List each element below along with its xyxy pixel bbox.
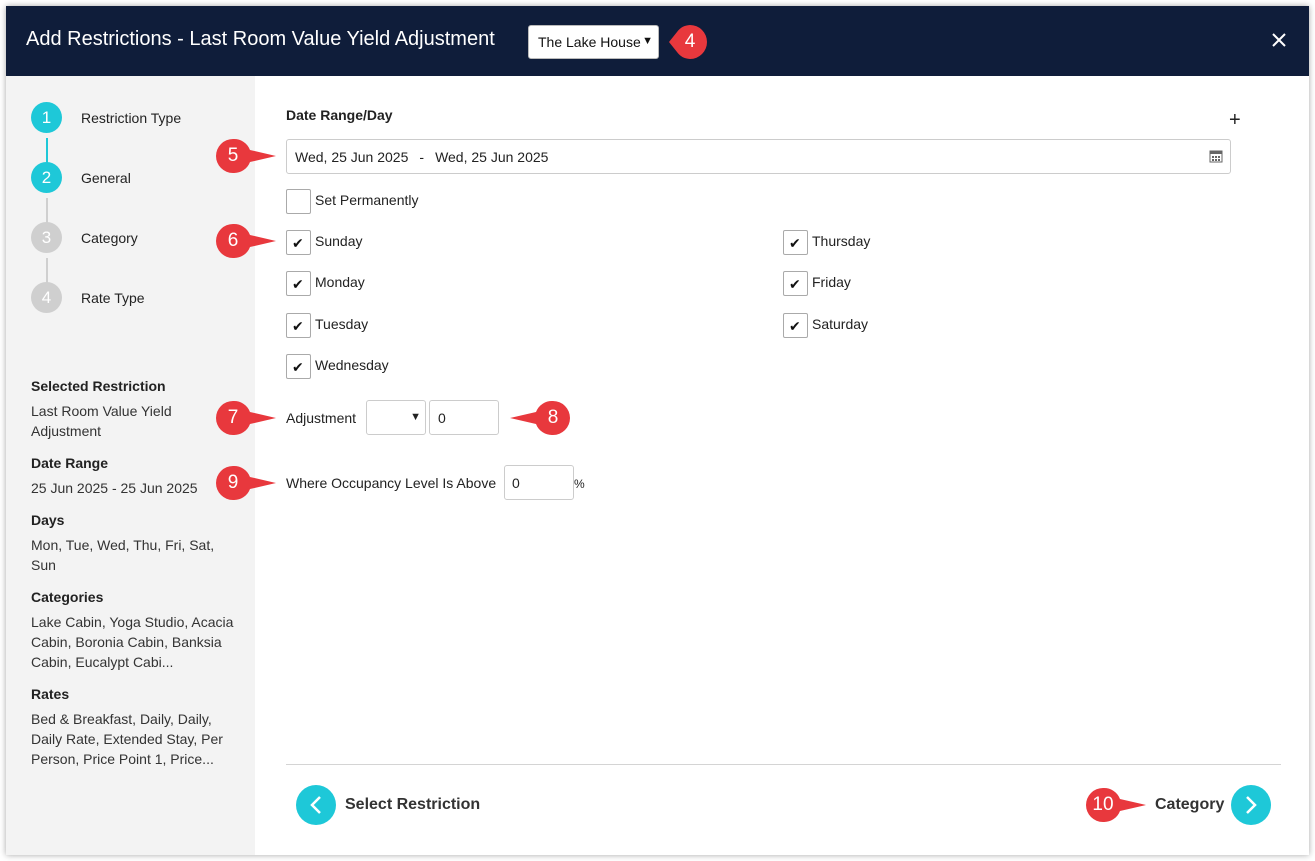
summary-heading: Date Range: [31, 455, 109, 471]
check-icon: ✔: [292, 359, 304, 375]
set-permanently-checkbox[interactable]: [286, 189, 311, 214]
callout-marker: 8: [510, 399, 570, 437]
modal-header: Add Restrictions - Last Room Value Yield…: [6, 6, 1309, 76]
day-checkbox[interactable]: ✔: [783, 271, 808, 296]
step-number: 2: [31, 162, 62, 193]
checkbox-label: Friday: [812, 274, 851, 290]
callout-marker: 5: [210, 137, 276, 175]
restriction-summary: Selected Restriction Last Room Value Yie…: [31, 376, 236, 769]
check-icon: ✔: [789, 276, 801, 292]
callout-marker: 4: [667, 23, 709, 61]
add-date-range-button[interactable]: +: [1229, 110, 1241, 130]
summary-heading: Days: [31, 512, 65, 528]
step-label: Rate Type: [81, 290, 145, 306]
adjustment-value-input[interactable]: 0: [429, 400, 499, 435]
modal-title: Add Restrictions - Last Room Value Yield…: [26, 28, 495, 50]
day-checkbox[interactable]: ✔: [286, 271, 311, 296]
step-label: General: [81, 170, 131, 186]
chevron-down-icon: ▼: [642, 35, 653, 47]
callout-marker: 9: [210, 464, 276, 502]
occupancy-input[interactable]: 0: [504, 465, 574, 500]
summary-value: Lake Cabin, Yoga Studio, Acacia Cabin, B…: [31, 614, 234, 670]
callout-marker: 6: [210, 222, 276, 260]
property-select-value: The Lake House: [538, 34, 641, 50]
adjustment-type-select[interactable]: ▼: [366, 400, 426, 435]
back-button[interactable]: [296, 785, 336, 825]
check-icon: ✔: [292, 318, 304, 334]
date-from: Wed, 25 Jun 2025: [295, 149, 409, 165]
summary-value: Bed & Breakfast, Daily, Daily, Daily Rat…: [31, 711, 223, 767]
step-label: Category: [81, 230, 138, 246]
adjustment-label: Adjustment: [286, 410, 357, 426]
day-checkbox[interactable]: ✔: [286, 230, 311, 255]
callout-marker: 7: [210, 399, 276, 437]
day-checkbox[interactable]: ✔: [286, 354, 311, 379]
checkbox-label: Thursday: [812, 233, 871, 249]
checkbox-label: Set Permanently: [315, 192, 419, 208]
chevron-right-icon: [1246, 796, 1257, 814]
summary-heading: Categories: [31, 589, 104, 605]
close-icon: [1272, 33, 1286, 47]
property-select[interactable]: The Lake House ▼: [528, 25, 659, 59]
checkbox-label: Monday: [315, 274, 365, 290]
back-button-label[interactable]: Select Restriction: [345, 796, 480, 814]
date-separator: -: [419, 149, 425, 165]
summary-value: Mon, Tue, Wed, Thu, Fri, Sat, Sun: [31, 537, 215, 573]
step-number: 3: [31, 222, 62, 253]
checkbox-label: Wednesday: [315, 357, 389, 373]
step-rate-type[interactable]: 4 Rate Type: [31, 282, 251, 314]
day-checkbox[interactable]: ✔: [286, 313, 311, 338]
next-button[interactable]: [1231, 785, 1271, 825]
date-range-input[interactable]: Wed, 25 Jun 2025- Wed, 25 Jun 2025: [286, 139, 1231, 174]
chevron-left-icon: [310, 796, 321, 814]
check-icon: ✔: [292, 235, 304, 251]
step-number: 4: [31, 282, 62, 313]
summary-value: 25 Jun 2025 - 25 Jun 2025: [31, 480, 198, 496]
summary-value: Last Room Value Yield Adjustment: [31, 403, 172, 439]
check-icon: ✔: [789, 318, 801, 334]
checkbox-label: Tuesday: [315, 316, 369, 332]
summary-heading: Selected Restriction: [31, 378, 166, 394]
step-restriction-type[interactable]: 1 Restriction Type: [31, 102, 251, 134]
step-label: Restriction Type: [81, 110, 182, 126]
check-icon: ✔: [789, 235, 801, 251]
close-button[interactable]: [1269, 30, 1289, 50]
modal-dialog: Add Restrictions - Last Room Value Yield…: [6, 6, 1309, 855]
chevron-down-icon: ▼: [410, 411, 421, 423]
day-checkbox[interactable]: ✔: [783, 313, 808, 338]
occupancy-label: Where Occupancy Level Is Above: [286, 475, 497, 491]
checkbox-label: Sunday: [315, 233, 363, 249]
callout-marker: 10: [1080, 786, 1146, 824]
checkbox-label: Saturday: [812, 316, 869, 332]
section-title: Date Range/Day: [286, 107, 393, 123]
summary-heading: Rates: [31, 686, 70, 702]
percent-unit: %: [574, 477, 585, 491]
next-button-label[interactable]: Category: [1155, 796, 1224, 814]
footer-divider: [286, 764, 1281, 765]
day-checkbox[interactable]: ✔: [783, 230, 808, 255]
step-number: 1: [31, 102, 62, 133]
check-icon: ✔: [292, 276, 304, 292]
calendar-icon: [1209, 150, 1223, 163]
date-to: Wed, 25 Jun 2025: [435, 149, 549, 165]
